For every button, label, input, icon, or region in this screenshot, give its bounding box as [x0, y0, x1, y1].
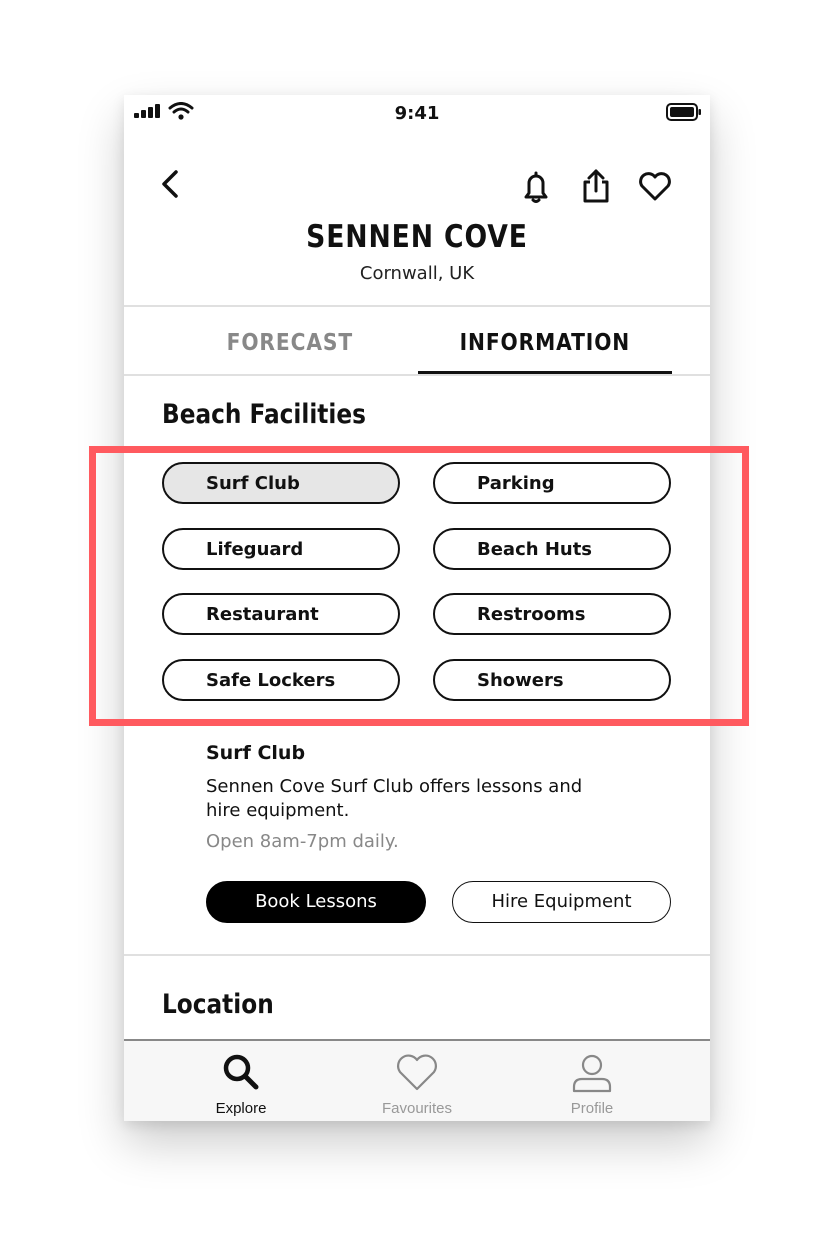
facility-detail-description: Sennen Cove Surf Club offers lessons and…	[206, 776, 583, 821]
nav-profile[interactable]: Profile	[512, 1041, 672, 1121]
nav-label: Explore	[215, 1100, 267, 1117]
divider	[124, 954, 710, 956]
tab-label: INFORMATION	[459, 330, 631, 356]
facilities-heading: Beach Facilities	[162, 399, 366, 430]
bell-icon[interactable]	[518, 169, 554, 205]
divider	[124, 305, 710, 307]
location-heading: Location	[162, 989, 274, 1020]
tab-information[interactable]: INFORMATION	[418, 327, 672, 375]
nav-label: Profile	[570, 1100, 614, 1117]
profile-icon	[572, 1054, 612, 1093]
nav-label: Favourites	[381, 1100, 453, 1117]
search-icon	[223, 1054, 259, 1090]
status-time: 9:41	[394, 103, 440, 124]
book-lessons-button[interactable]: Book Lessons	[206, 881, 426, 923]
facility-opening-hours: Open 8am-7pm daily.	[206, 831, 399, 852]
tab-forecast[interactable]: FORECAST	[164, 327, 416, 375]
status-bar: 9:41	[124, 95, 710, 135]
facility-detail-title: Surf Club	[206, 742, 306, 764]
page-subtitle: Cornwall, UK	[359, 263, 475, 284]
nav-explore[interactable]: Explore	[161, 1041, 321, 1121]
bottom-nav: Explore Favourites Profile	[124, 1039, 710, 1121]
page-title: SENNEN COVE	[306, 219, 528, 255]
heart-icon	[397, 1054, 437, 1091]
tab-label: FORECAST	[226, 330, 354, 356]
divider	[124, 374, 710, 376]
back-arrow-icon[interactable]	[156, 169, 186, 199]
facilities-highlight-box	[89, 446, 749, 726]
nav-favourites[interactable]: Favourites	[337, 1041, 497, 1121]
share-icon[interactable]	[578, 167, 614, 205]
hire-equipment-button[interactable]: Hire Equipment	[452, 881, 671, 923]
heart-icon[interactable]	[637, 171, 673, 203]
battery-icon	[666, 103, 701, 121]
